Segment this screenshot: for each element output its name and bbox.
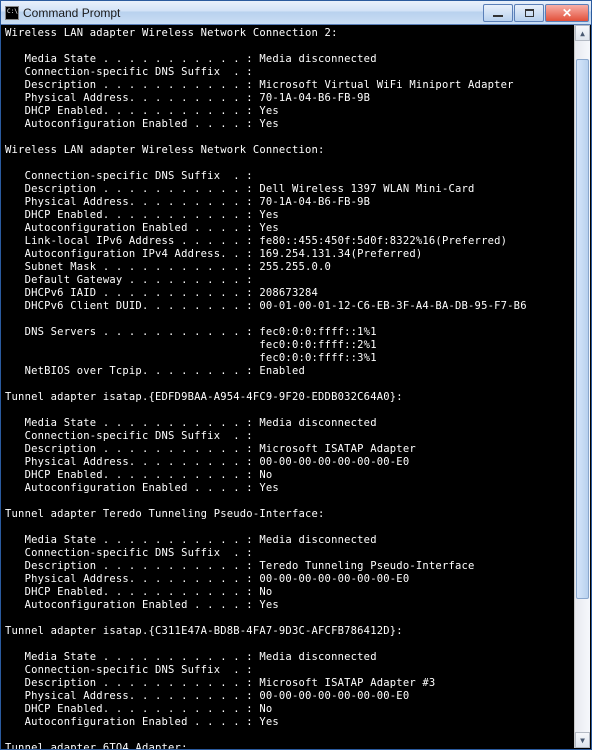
terminal-line: Default Gateway . . . . . . . . . :: [5, 274, 571, 287]
scroll-down-button[interactable]: ▼: [575, 732, 590, 748]
titlebar[interactable]: Command Prompt ✕: [1, 1, 591, 25]
terminal-line: Connection-specific DNS Suffix . :: [5, 66, 571, 79]
terminal-line: Connection-specific DNS Suffix . :: [5, 170, 571, 183]
terminal-line: Physical Address. . . . . . . . . : 00-0…: [5, 690, 571, 703]
maximize-button[interactable]: [514, 4, 544, 22]
terminal-line: Physical Address. . . . . . . . . : 00-0…: [5, 456, 571, 469]
terminal-line: Connection-specific DNS Suffix . :: [5, 664, 571, 677]
terminal-line: DHCP Enabled. . . . . . . . . . . : Yes: [5, 209, 571, 222]
terminal-line: Description . . . . . . . . . . . : Micr…: [5, 443, 571, 456]
chevron-down-icon: ▼: [580, 736, 585, 745]
terminal-line: Physical Address. . . . . . . . . : 70-1…: [5, 92, 571, 105]
vertical-scrollbar[interactable]: ▲ ▼: [574, 25, 590, 748]
terminal-line: DHCPv6 IAID . . . . . . . . . . . : 2086…: [5, 287, 571, 300]
terminal-line: Tunnel adapter 6TO4 Adapter:: [5, 742, 571, 749]
terminal-line: Media State . . . . . . . . . . . : Medi…: [5, 534, 571, 547]
terminal[interactable]: Wireless LAN adapter Wireless Network Co…: [1, 25, 591, 749]
terminal-line: Tunnel adapter isatap.{EDFD9BAA-A954-4FC…: [5, 391, 571, 404]
terminal-line: fec0:0:0:ffff::3%1: [5, 352, 571, 365]
app-icon: [5, 6, 19, 20]
terminal-line: [5, 40, 571, 53]
terminal-line: Tunnel adapter Teredo Tunneling Pseudo-I…: [5, 508, 571, 521]
terminal-line: Autoconfiguration Enabled . . . . : Yes: [5, 599, 571, 612]
terminal-line: [5, 521, 571, 534]
terminal-line: [5, 313, 571, 326]
terminal-line: [5, 612, 571, 625]
terminal-line: Wireless LAN adapter Wireless Network Co…: [5, 27, 571, 40]
terminal-line: Description . . . . . . . . . . . : Tere…: [5, 560, 571, 573]
scroll-thumb[interactable]: [576, 59, 589, 599]
terminal-line: DHCP Enabled. . . . . . . . . . . : No: [5, 469, 571, 482]
close-button[interactable]: ✕: [545, 4, 589, 22]
titlebar-left: Command Prompt: [5, 6, 120, 20]
terminal-line: [5, 404, 571, 417]
terminal-line: DHCPv6 Client DUID. . . . . . . . : 00-0…: [5, 300, 571, 313]
terminal-line: fec0:0:0:ffff::2%1: [5, 339, 571, 352]
terminal-line: Autoconfiguration IPv4 Address. . : 169.…: [5, 248, 571, 261]
terminal-line: Link-local IPv6 Address . . . . . : fe80…: [5, 235, 571, 248]
terminal-line: [5, 495, 571, 508]
terminal-line: DHCP Enabled. . . . . . . . . . . : Yes: [5, 105, 571, 118]
terminal-line: Subnet Mask . . . . . . . . . . . : 255.…: [5, 261, 571, 274]
scroll-up-button[interactable]: ▲: [575, 25, 590, 41]
terminal-line: Media State . . . . . . . . . . . : Medi…: [5, 651, 571, 664]
terminal-line: Description . . . . . . . . . . . : Micr…: [5, 79, 571, 92]
terminal-line: NetBIOS over Tcpip. . . . . . . . : Enab…: [5, 365, 571, 378]
terminal-line: Physical Address. . . . . . . . . : 70-1…: [5, 196, 571, 209]
terminal-line: DHCP Enabled. . . . . . . . . . . : No: [5, 586, 571, 599]
terminal-line: Tunnel adapter isatap.{C311E47A-BD8B-4FA…: [5, 625, 571, 638]
terminal-line: [5, 157, 571, 170]
terminal-line: DHCP Enabled. . . . . . . . . . . : No: [5, 703, 571, 716]
terminal-line: DNS Servers . . . . . . . . . . . : fec0…: [5, 326, 571, 339]
terminal-line: [5, 638, 571, 651]
terminal-line: Autoconfiguration Enabled . . . . : Yes: [5, 482, 571, 495]
terminal-line: Media State . . . . . . . . . . . : Medi…: [5, 417, 571, 430]
chevron-up-icon: ▲: [580, 29, 585, 38]
terminal-line: [5, 131, 571, 144]
terminal-line: Description . . . . . . . . . . . : Micr…: [5, 677, 571, 690]
window-title: Command Prompt: [23, 6, 120, 20]
terminal-content: Wireless LAN adapter Wireless Network Co…: [5, 27, 571, 749]
terminal-line: Connection-specific DNS Suffix . :: [5, 430, 571, 443]
terminal-line: Connection-specific DNS Suffix . :: [5, 547, 571, 560]
terminal-line: [5, 378, 571, 391]
terminal-line: [5, 729, 571, 742]
minimize-icon: [493, 15, 503, 17]
terminal-line: Physical Address. . . . . . . . . : 00-0…: [5, 573, 571, 586]
command-prompt-window: Command Prompt ✕ Wireless LAN adapter Wi…: [0, 0, 592, 750]
minimize-button[interactable]: [483, 4, 513, 22]
terminal-line: Autoconfiguration Enabled . . . . : Yes: [5, 118, 571, 131]
scroll-track[interactable]: [575, 41, 590, 732]
terminal-line: Description . . . . . . . . . . . : Dell…: [5, 183, 571, 196]
close-icon: ✕: [562, 6, 572, 20]
terminal-line: Autoconfiguration Enabled . . . . : Yes: [5, 716, 571, 729]
terminal-line: Wireless LAN adapter Wireless Network Co…: [5, 144, 571, 157]
terminal-line: Autoconfiguration Enabled . . . . : Yes: [5, 222, 571, 235]
window-controls: ✕: [483, 4, 589, 22]
terminal-line: Media State . . . . . . . . . . . : Medi…: [5, 53, 571, 66]
maximize-icon: [525, 9, 534, 17]
